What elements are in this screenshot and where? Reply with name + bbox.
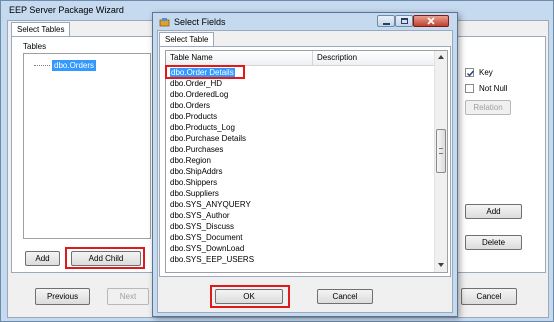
not-null-label: Not Null: [479, 84, 508, 93]
close-icon: [427, 17, 435, 25]
table-row[interactable]: dbo.Shippers: [170, 177, 217, 188]
column-header-description[interactable]: Description: [317, 53, 417, 62]
tables-tree[interactable]: dbo.Orders: [23, 53, 151, 239]
table-row[interactable]: dbo.Purchases: [170, 144, 223, 155]
table-row[interactable]: dbo.SYS_ANYQUERY: [170, 199, 251, 210]
table-row-name: dbo.Region: [170, 156, 211, 165]
table-row-name: dbo.Shippers: [170, 178, 218, 187]
table-row-name: dbo.Purchase Details: [170, 134, 247, 143]
tree-connector: [34, 65, 50, 66]
table-row-name: dbo.Orders: [170, 101, 211, 110]
table-row-name: dbo.Purchases: [170, 145, 224, 154]
scroll-thumb[interactable]: [436, 129, 446, 173]
table-row[interactable]: dbo.Region: [170, 155, 211, 166]
tables-group-label: Tables: [23, 42, 47, 51]
table-row-name: dbo.SYS_Author: [170, 211, 230, 220]
table-row[interactable]: dbo.SYS_Author: [170, 210, 230, 221]
table-row[interactable]: dbo.Order_HD: [170, 78, 222, 89]
table-row[interactable]: dbo.SYS_EEP_USERS: [170, 254, 254, 265]
column-header-table-name[interactable]: Table Name: [170, 53, 308, 62]
relation-button[interactable]: Relation: [465, 100, 511, 115]
tab-select-tables-label: Select Tables: [17, 25, 65, 34]
table-row-name: dbo.SYS_ANYQUERY: [170, 200, 251, 209]
minimize-button[interactable]: [377, 15, 395, 27]
table-row-name: dbo.OrderedLog: [170, 90, 229, 99]
table-row-name: dbo.Suppliers: [170, 189, 219, 198]
add-field-button[interactable]: Add: [465, 204, 522, 219]
wizard-cancel-button[interactable]: Cancel: [461, 288, 517, 305]
table-rows: dbo.Order Details dbo.Order_HD dbo.Ordered…: [166, 67, 434, 272]
table-row[interactable]: dbo.Purchase Details: [170, 133, 246, 144]
scroll-up-arrow-icon[interactable]: [438, 55, 444, 59]
table-row[interactable]: dbo.SYS_DownLoad: [170, 243, 244, 254]
table-row[interactable]: dbo.OrderedLog: [170, 89, 228, 100]
vertical-scrollbar[interactable]: [434, 51, 447, 272]
dialog-app-icon: [159, 17, 170, 27]
table-list-header: Table Name Description: [166, 51, 434, 66]
scroll-grip-icon: [439, 148, 443, 154]
selected-row-highlight: [165, 65, 245, 79]
ok-button-highlight: [210, 285, 290, 308]
table-row-name: dbo.Order_HD: [170, 79, 223, 88]
tree-item-orders[interactable]: dbo.Orders: [52, 60, 97, 71]
tab-select-table-label: Select Table: [165, 35, 209, 44]
key-label: Key: [479, 68, 493, 77]
tab-select-tables[interactable]: Select Tables: [11, 22, 71, 36]
table-row-name: dbo.ShipAddrs: [170, 167, 223, 176]
table-row-name: dbo.Products_Log: [170, 123, 235, 132]
table-row[interactable]: dbo.SYS_Discuss: [170, 221, 234, 232]
add-table-button[interactable]: Add: [25, 251, 60, 266]
table-row-name: dbo.Products: [170, 112, 218, 121]
table-row[interactable]: dbo.Products: [170, 111, 217, 122]
table-row[interactable]: dbo.Orders: [170, 100, 210, 111]
scroll-down-arrow-icon[interactable]: [438, 263, 444, 267]
minimize-icon: [383, 23, 390, 25]
checkmark-icon: [467, 70, 475, 77]
column-divider: [312, 51, 313, 65]
not-null-checkbox[interactable]: [465, 84, 474, 93]
dialog-cancel-button[interactable]: Cancel: [317, 289, 373, 304]
table-row-name: dbo.SYS_Document: [170, 233, 243, 242]
close-button[interactable]: [413, 15, 449, 27]
select-fields-dialog: Select Fields Select Table Table Name De…: [152, 12, 458, 317]
add-child-highlight: [65, 247, 145, 269]
wizard-title: EEP Server Package Wizard: [9, 5, 124, 15]
dialog-title: Select Fields: [174, 17, 226, 27]
tree-item-label: dbo.Orders: [54, 61, 95, 70]
table-row-name: dbo.SYS_Discuss: [170, 222, 235, 231]
key-checkbox[interactable]: [465, 68, 475, 77]
table-row-name: dbo.SYS_EEP_USERS: [170, 255, 255, 264]
table-list[interactable]: Table Name Description dbo.Order Details…: [165, 50, 448, 273]
previous-button[interactable]: Previous: [35, 288, 90, 305]
table-row-name: dbo.SYS_DownLoad: [170, 244, 245, 253]
next-button[interactable]: Next: [107, 288, 149, 305]
table-row[interactable]: dbo.Products_Log: [170, 122, 235, 133]
table-row[interactable]: dbo.ShipAddrs: [170, 166, 222, 177]
delete-field-button[interactable]: Delete: [465, 235, 522, 250]
table-row[interactable]: dbo.Suppliers: [170, 188, 219, 199]
table-row[interactable]: dbo.SYS_Document: [170, 232, 243, 243]
tab-select-table[interactable]: Select Table: [159, 32, 215, 46]
maximize-icon: [401, 18, 408, 24]
maximize-button[interactable]: [395, 15, 413, 27]
